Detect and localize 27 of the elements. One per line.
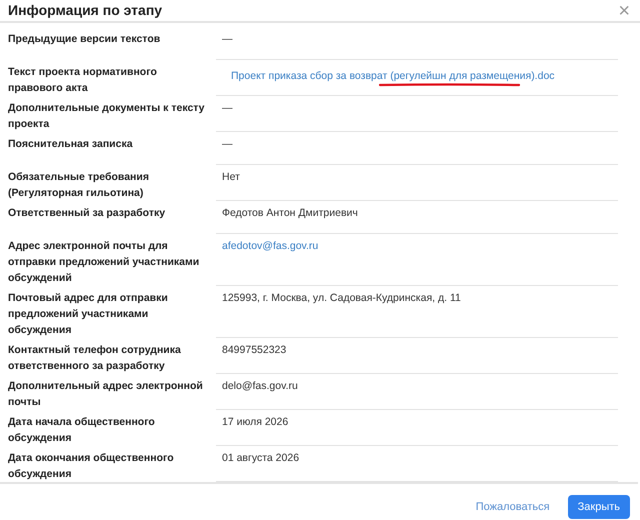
field-label: Адрес электронной почты для отправки предложений участниками обсуждений [8, 240, 200, 284]
close-button[interactable]: Закрыть [568, 495, 630, 519]
field-label: Предыдущие версии текстов [8, 33, 160, 45]
field-label: Дата начала общественного обсуждения [8, 416, 155, 444]
value-text: Федотов Антон Дмитриевич [222, 207, 358, 219]
value-text: — [222, 33, 232, 45]
value-text: 84997552323 [222, 344, 286, 356]
field-label: Ответственный за разработку [8, 207, 166, 219]
value-text: delo@fas.gov.ru [222, 380, 298, 392]
field-label: Текст проекта нормативного правового акта [8, 66, 157, 94]
field-label: Почтовый адрес для отправки предложений участниками обсуждения [8, 292, 168, 336]
field-label: Пояснительная записка [8, 138, 133, 150]
field-label: Дата окончания общественного обсуждения [8, 452, 174, 480]
document-link[interactable]: Проект приказа сбор за возврат (регулейшн для размещения).doc [231, 70, 555, 82]
value-text: 125993, г. Москва, ул. Садовая-Кудринская, д. 11 [222, 292, 461, 304]
dialog-title: Информация по этапу [8, 1, 162, 20]
value-text: — [222, 138, 232, 150]
field-label: Дополнительные документы к тексту проекта [8, 102, 205, 130]
value-text: Нет [222, 171, 240, 183]
field-label: Обязательные требования (Регуляторная гильотина) [8, 171, 149, 199]
field-label: Дополнительный адрес электронной почты [8, 380, 203, 408]
complain-button[interactable]: Пожаловаться [472, 498, 554, 516]
value-text: 01 августа 2026 [222, 452, 300, 464]
value-text: 17 июля 2026 [222, 416, 288, 428]
email-link[interactable]: afedotov@fas.gov.ru [222, 240, 318, 252]
field-label: Контактный телефон сотрудника ответственного за разработку [8, 344, 181, 372]
value-text: — [222, 102, 232, 114]
